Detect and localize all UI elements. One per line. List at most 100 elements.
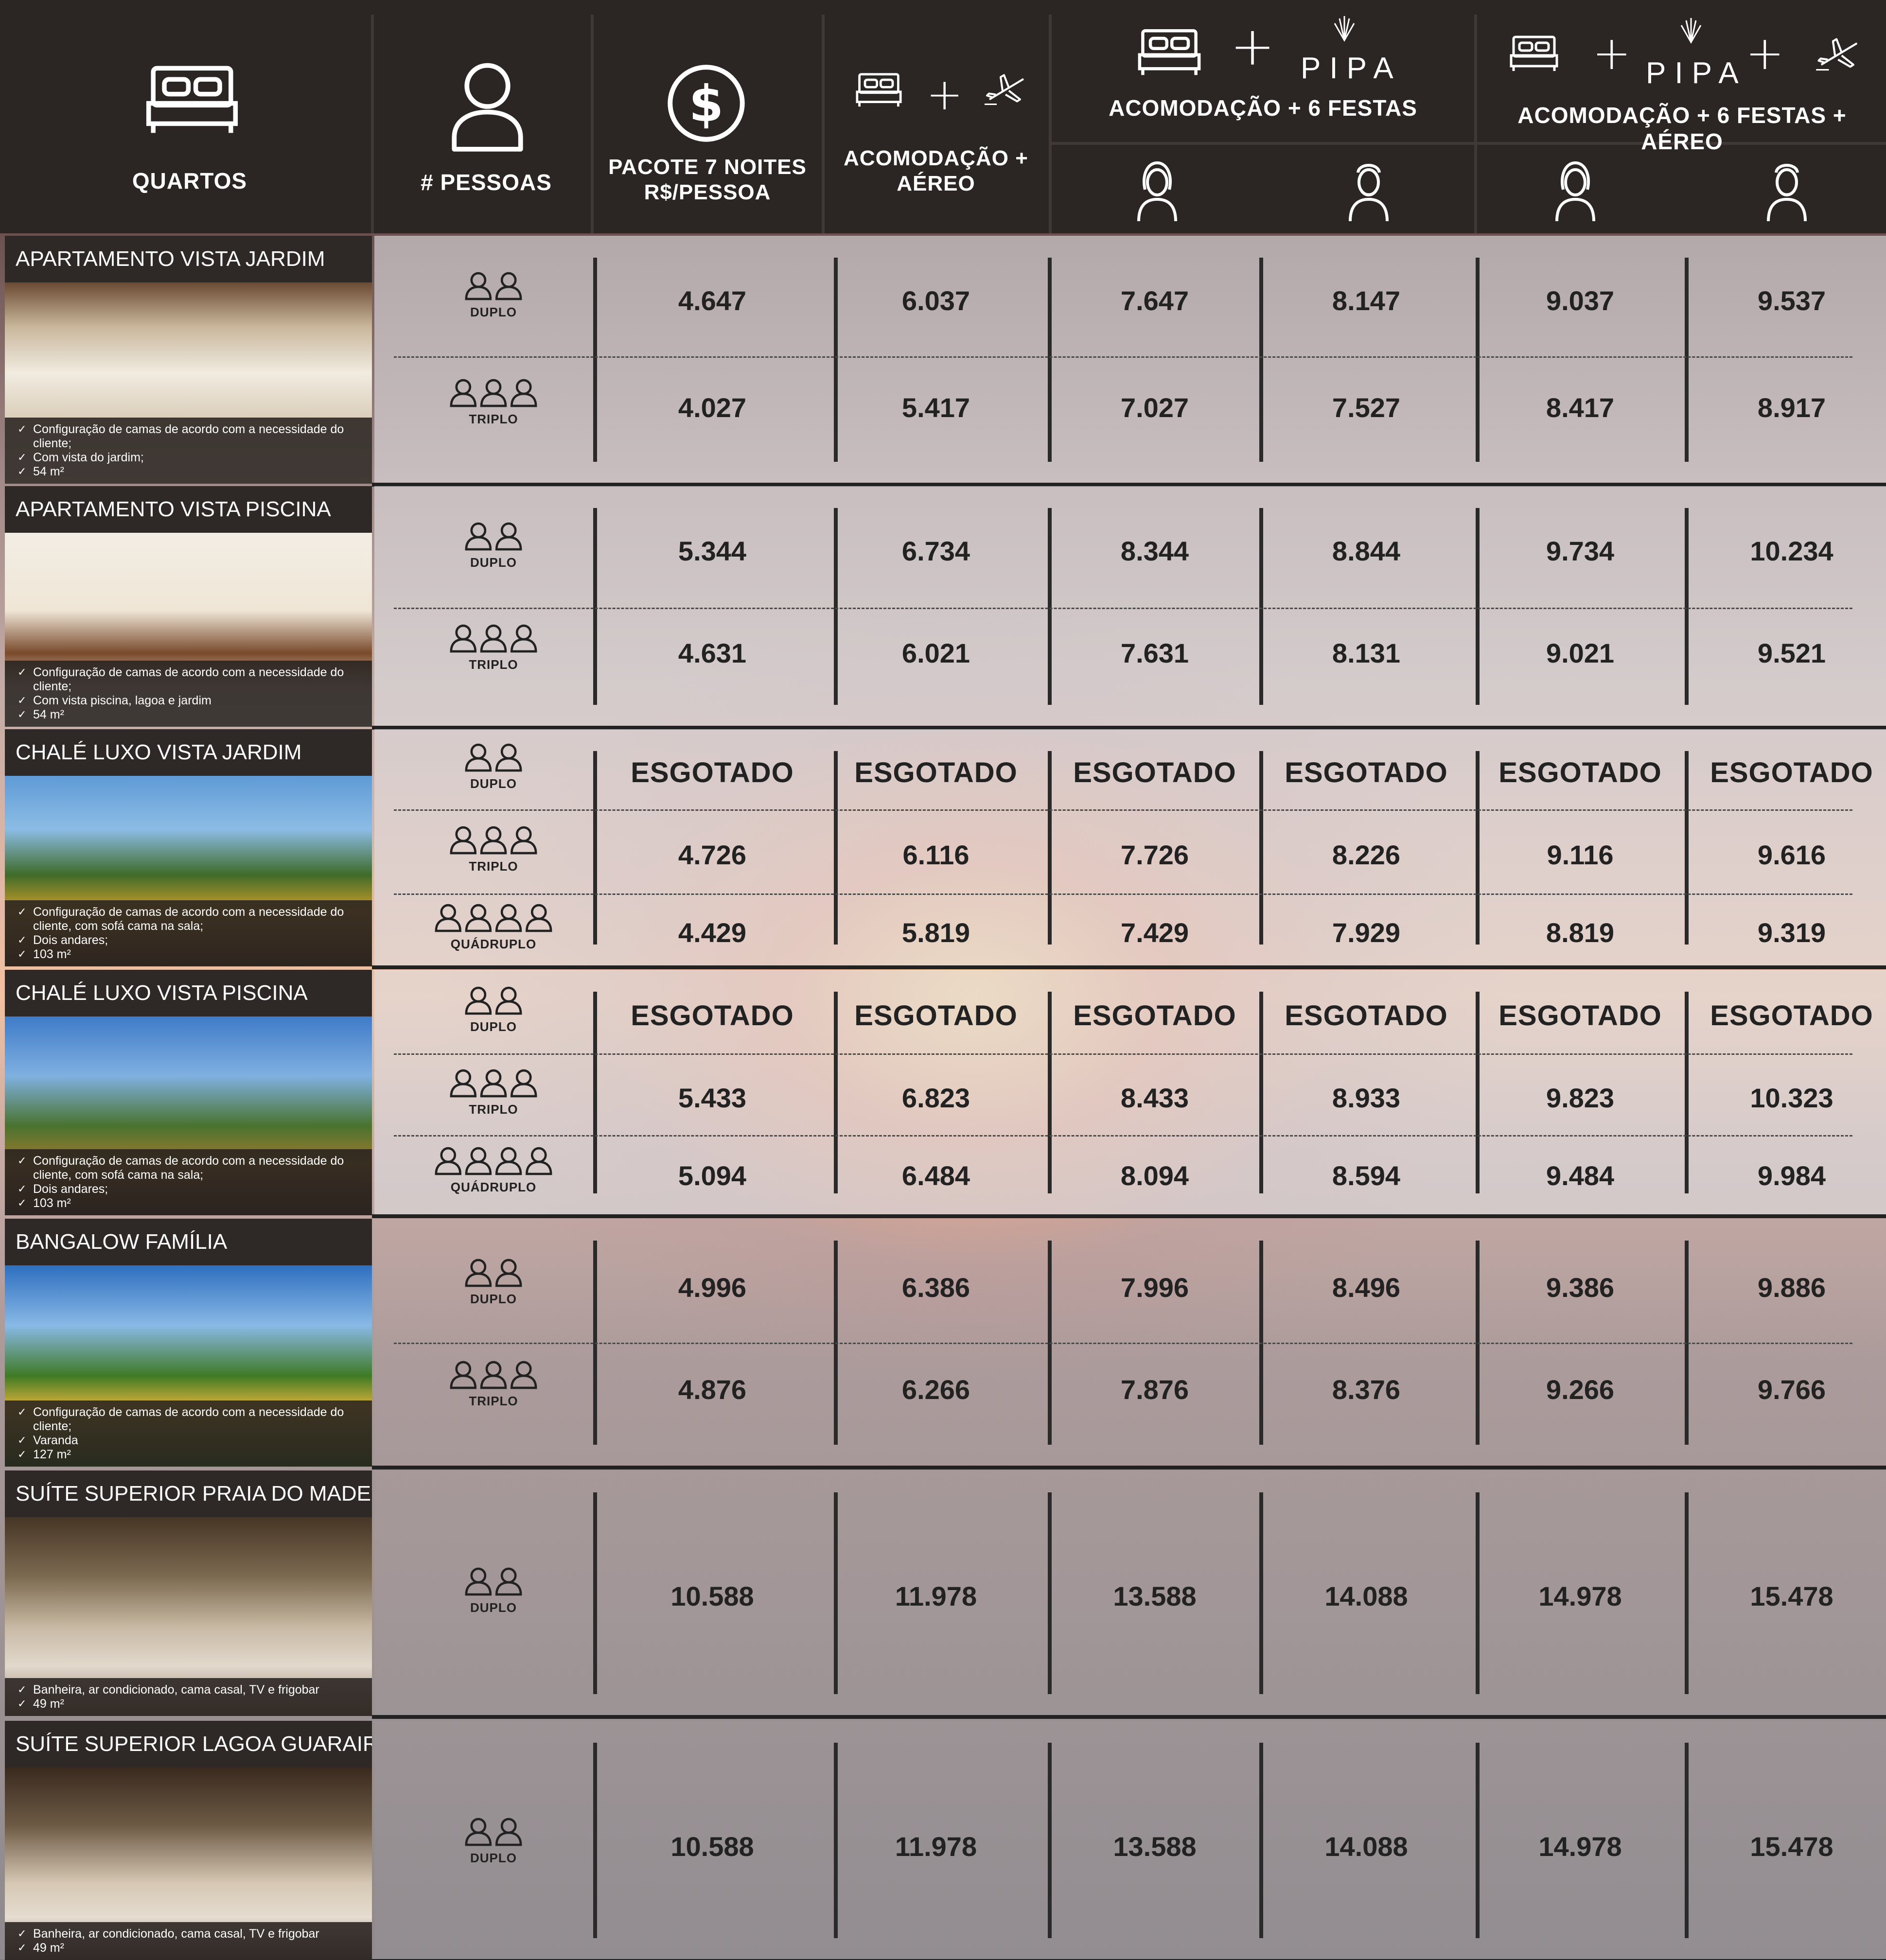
header-pacote-line1: PACOTE 7 NOITES (608, 155, 807, 179)
row-divider (372, 965, 1886, 969)
column-divider (593, 992, 597, 1193)
occupancy-cell: DUPLO (421, 1560, 566, 1615)
room-card: APARTAMENTO VISTA JARDIM Configuração de … (5, 236, 372, 484)
occupancy-cell: TRIPLO (421, 617, 566, 672)
price-value: 8.147 (1332, 285, 1401, 316)
price-value: 11.978 (895, 1581, 977, 1611)
price-value: 5.094 (678, 1160, 747, 1191)
room-features: Banheira, ar condicionado, cama casal, T… (5, 1922, 372, 1960)
column-divider (593, 1492, 597, 1694)
bed-icon (146, 61, 238, 139)
room-title: APARTAMENTO VISTA PISCINA (5, 486, 372, 533)
sold-out-label: ESGOTADO (854, 757, 1018, 788)
column-divider (1685, 1743, 1689, 1938)
row-divider (372, 1214, 1886, 1218)
occupancy-cell: DUPLO (421, 1811, 566, 1866)
occupancy-label: DUPLO (470, 776, 517, 791)
row-separator (394, 893, 1852, 895)
room-features: Banheira, ar condicionado, cama casal, T… (5, 1678, 372, 1716)
sold-out-label: ESGOTADO (1498, 757, 1662, 788)
people-group-icon (431, 1140, 556, 1181)
feature-item: Com vista do jardim; (18, 451, 365, 465)
bed-icon (856, 70, 902, 109)
price-value: 7.726 (1120, 840, 1189, 870)
price-value: 11.978 (895, 1831, 977, 1862)
feature-item: Dois andares; (18, 933, 365, 947)
price-value: 8.933 (1332, 1083, 1401, 1113)
row-separator (394, 608, 1852, 609)
sold-out-label: ESGOTADO (1285, 757, 1448, 788)
airplane-icon (982, 68, 1031, 109)
room-card: BANGALOW FAMÍLIA Configuração de camas de… (5, 1219, 372, 1467)
occupancy-label: TRIPLO (469, 657, 518, 672)
sold-out-label: ESGOTADO (1710, 757, 1873, 788)
price-value: 14.088 (1324, 1831, 1408, 1862)
price-band (374, 486, 1886, 727)
price-value: 4.647 (678, 285, 747, 316)
room-features: Configuração de camas de acordo com a ne… (5, 1400, 372, 1467)
column-divider (1048, 508, 1052, 705)
room-title: SUÍTE SUPERIOR PRAIA DO MADEIRO (5, 1470, 372, 1517)
dollar-icon: $ (668, 65, 745, 142)
price-value: 8.376 (1332, 1374, 1401, 1405)
price-value: 7.929 (1332, 917, 1401, 948)
woman-icon (1551, 156, 1600, 224)
feature-item: Configuração de camas de acordo com a ne… (18, 422, 365, 451)
people-group-icon (461, 515, 526, 556)
price-value: 7.631 (1120, 638, 1189, 668)
price-value: 10.588 (670, 1581, 754, 1611)
price-value: 5.417 (901, 392, 970, 423)
price-value: 10.234 (1750, 536, 1833, 566)
price-value: 8.226 (1332, 840, 1401, 870)
occupancy-cell: DUPLO (421, 265, 566, 320)
price-value: 9.984 (1757, 1160, 1826, 1191)
room-title: CHALÉ LUXO VISTA JARDIM (5, 729, 372, 776)
plus-sign: + (1230, 15, 1275, 77)
people-group-icon (461, 1811, 526, 1852)
column-divider (1685, 258, 1689, 462)
header-pessoas: # PESSOAS (421, 170, 552, 195)
row-separator (394, 1135, 1852, 1137)
feature-item: 49 m² (18, 1697, 365, 1711)
header-divider (1474, 15, 1477, 233)
room-card: CHALÉ LUXO VISTA PISCINA Configuração de … (5, 970, 372, 1215)
price-value: 6.116 (902, 840, 969, 870)
price-value: 5.819 (901, 917, 970, 948)
airplane-icon (1814, 32, 1865, 75)
occupancy-cell: TRIPLO (421, 1354, 566, 1409)
price-value: 8.917 (1757, 392, 1826, 423)
price-value: 9.037 (1546, 285, 1615, 316)
header-acomod-aereo-line1: ACOMODAÇÃO + (844, 146, 1028, 170)
column-divider (593, 1743, 597, 1938)
header-pacote-line2: R$/PESSOA (644, 180, 771, 204)
price-value: 7.647 (1120, 285, 1189, 316)
people-group-icon (461, 265, 526, 306)
occupancy-cell: DUPLO (421, 736, 566, 791)
price-band (374, 236, 1886, 484)
person-icon (452, 63, 523, 152)
price-value: 6.037 (901, 285, 970, 316)
room-title: CHALÉ LUXO VISTA PISCINA (5, 970, 372, 1016)
bed-icon (1510, 32, 1558, 75)
row-separator (394, 809, 1852, 811)
price-value: 9.521 (1757, 638, 1826, 668)
svg-text:$: $ (689, 75, 723, 133)
price-value: 8.131 (1332, 638, 1401, 668)
row-separator (394, 356, 1852, 358)
occupancy-label: TRIPLO (469, 859, 518, 874)
people-group-icon (446, 617, 541, 658)
feature-item: Dois andares; (18, 1182, 365, 1196)
price-value: 8.819 (1546, 917, 1615, 948)
people-group-icon (461, 736, 526, 777)
room-card: SUÍTE SUPERIOR PRAIA DO MADEIRO Banheira,… (5, 1470, 372, 1716)
price-value: 8.344 (1120, 536, 1189, 566)
room-title: SUÍTE SUPERIOR LAGOA GUARAIRAS (5, 1721, 372, 1768)
row-divider (372, 1715, 1886, 1719)
price-value: 9.484 (1546, 1160, 1615, 1191)
occupancy-label: DUPLO (470, 1019, 517, 1034)
occupancy-label: DUPLO (470, 1851, 517, 1865)
people-group-icon (461, 1252, 526, 1293)
occupancy-cell: TRIPLO (421, 819, 566, 874)
people-group-icon (431, 897, 556, 938)
price-value: 8.417 (1546, 392, 1615, 423)
